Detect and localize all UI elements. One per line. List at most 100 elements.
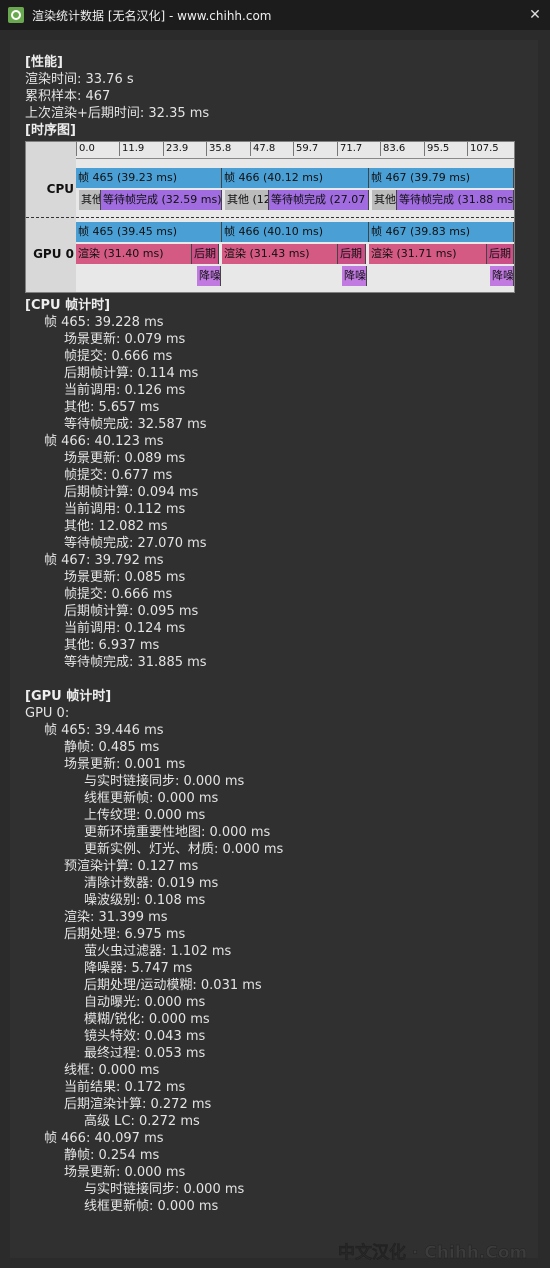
cpu-timing-row: 帧提交: 0.666 ms xyxy=(64,349,173,364)
perf-samples: 累积样本: 467 xyxy=(25,89,111,104)
gpu-timing-row: 帧 466: 40.097 ms xyxy=(44,1131,164,1146)
gpu-timing-row: 萤火虫过滤器: 1.102 ms xyxy=(84,944,232,959)
gpu-timing-row: 更新实例、灯光、材质: 0.000 ms xyxy=(84,842,284,857)
gpu-timing-row: 场景更新: 0.001 ms xyxy=(64,757,186,772)
cpu-other-bar[interactable]: 其他 (12 xyxy=(225,190,269,210)
gpu-timing-row: 清除计数器: 0.019 ms xyxy=(84,876,219,891)
ruler-tick: 35.8 xyxy=(206,142,231,156)
cpu-wait-bar[interactable]: 等待帧完成 (32.59 ms) xyxy=(101,190,222,210)
cpu-timing-row: 等待帧完成: 32.587 ms xyxy=(64,417,207,432)
gpu-timing-row: 噪波级别: 0.108 ms xyxy=(84,893,206,908)
timing-chart[interactable]: CPU GPU 0 0.0 11.9 23.9 35.8 47.8 59.7 7… xyxy=(25,141,515,293)
watermark-logo: 中文汉化 · Chihh.Com xyxy=(338,1242,527,1263)
ruler-tick: 0.0 xyxy=(76,142,95,156)
cpu-timing-row: 帧 466: 40.123 ms xyxy=(44,434,164,449)
ruler-tick: 71.7 xyxy=(337,142,362,156)
gpu-post-bar[interactable]: 后期 xyxy=(338,244,366,264)
gpu-timing-row: 镜头特效: 0.043 ms xyxy=(84,1029,206,1044)
gpu-frame-bar[interactable]: 帧 467 (39.83 ms) xyxy=(369,222,514,242)
cpu-frame-bar[interactable]: 帧 465 (39.23 ms) xyxy=(76,168,222,188)
gpu-post-bar[interactable]: 后期 xyxy=(487,244,514,264)
gpu-timing-row: 场景更新: 0.000 ms xyxy=(64,1165,186,1180)
cpu-timing-row: 后期帧计算: 0.094 ms xyxy=(64,485,199,500)
cpu-wait-bar[interactable]: 等待帧完成 (31.88 ms xyxy=(397,190,514,210)
cpu-timing-row: 当前调用: 0.112 ms xyxy=(64,502,186,517)
gpu-timing-row: 静帧: 0.254 ms xyxy=(64,1148,160,1163)
gpu-denoise-bar[interactable]: 降噪 xyxy=(197,266,221,286)
perf-header: [性能] xyxy=(25,55,63,70)
cpu-timing-row: 其他: 5.657 ms xyxy=(64,400,160,415)
cpu-timing-header: [CPU 帧计时] xyxy=(25,298,111,313)
gpu-timing-row: 线框更新帧: 0.000 ms xyxy=(84,1199,219,1214)
perf-render-time: 渲染时间: 33.76 s xyxy=(25,72,134,87)
gpu-timing-list: GPU 0: 帧 465: 39.446 ms 静帧: 0.485 ms 场景更新: … xyxy=(25,705,525,1215)
gpu-timing-row: 后期处理/运动模糊: 0.031 ms xyxy=(84,978,262,993)
gpu-timing-row: 模糊/锐化: 0.000 ms xyxy=(84,1012,210,1027)
title-bar: 渲染统计数据 [无名汉化] - www.chihh.com ✕ xyxy=(0,0,550,30)
gpu-timing-row: 降噪器: 5.747 ms xyxy=(84,961,193,976)
gpu-timing-row: 后期处理: 6.975 ms xyxy=(64,927,186,942)
gpu-timing-row: 自动曝光: 0.000 ms xyxy=(84,995,206,1010)
ruler-tick: 95.5 xyxy=(424,142,449,156)
cpu-timing-row: 帧 467: 39.792 ms xyxy=(44,553,164,568)
gpu-frame-bar[interactable]: 帧 465 (39.45 ms) xyxy=(76,222,222,242)
gpu-denoise-bar[interactable]: 降噪 xyxy=(490,266,514,286)
cpu-timing-row: 场景更新: 0.089 ms xyxy=(64,451,186,466)
timeline-header: [时序图] xyxy=(25,123,76,138)
gpu-denoise-bar[interactable]: 降噪 xyxy=(342,266,367,286)
gpu-timing-row: 与实时链接同步: 0.000 ms xyxy=(84,1182,245,1197)
gpu-render-bar[interactable]: 渲染 (31.40 ms) xyxy=(76,244,192,264)
cpu-timing-row: 帧提交: 0.666 ms xyxy=(64,587,173,602)
gpu-timing-row: 当前结果: 0.172 ms xyxy=(64,1080,186,1095)
app-icon xyxy=(8,7,24,23)
stats-panel[interactable]: [性能] 渲染时间: 33.76 s 累积样本: 467 上次渲染+后期时间: … xyxy=(10,40,538,1258)
cpu-other-bar[interactable]: 其他 xyxy=(79,190,101,210)
gpu-timing-row: 上传纹理: 0.000 ms xyxy=(84,808,206,823)
cpu-timing-row: 帧提交: 0.677 ms xyxy=(64,468,173,483)
cpu-timing-row: 场景更新: 0.085 ms xyxy=(64,570,186,585)
timeline-ruler: 0.0 11.9 23.9 35.8 47.8 59.7 71.7 83.6 9… xyxy=(76,142,514,159)
perf-last-render: 上次渲染+后期时间: 32.35 ms xyxy=(25,106,210,121)
gpu-timing-row: 静帧: 0.485 ms xyxy=(64,740,160,755)
ruler-tick: 47.8 xyxy=(250,142,275,156)
ruler-tick: 107.5 xyxy=(467,142,499,156)
cpu-frame-bar[interactable]: 帧 466 (40.12 ms) xyxy=(222,168,369,188)
gpu-timing-row: 线框更新帧: 0.000 ms xyxy=(84,791,219,806)
gpu-render-bar[interactable]: 渲染 (31.71 ms) xyxy=(369,244,487,264)
gpu-timing-row: 线框: 0.000 ms xyxy=(64,1063,160,1078)
cpu-timing-row: 等待帧完成: 27.070 ms xyxy=(64,536,207,551)
svg-text:中文汉化 · Chihh.Com: 中文汉化 · Chihh.Com xyxy=(338,1242,527,1263)
gpu-timing-row: GPU 0: xyxy=(25,706,70,721)
gpu-timing-row: 与实时链接同步: 0.000 ms xyxy=(84,774,245,789)
gpu-timing-row: 预渲染计算: 0.127 ms xyxy=(64,859,199,874)
ruler-tick: 59.7 xyxy=(293,142,318,156)
cpu-timing-row: 当前调用: 0.126 ms xyxy=(64,383,186,398)
gpu-timing-header: [GPU 帧计时] xyxy=(25,689,112,704)
gpu-post-bar[interactable]: 后期 xyxy=(192,244,219,264)
cpu-frame-bar[interactable]: 帧 467 (39.79 ms) xyxy=(369,168,514,188)
cpu-timing-row: 场景更新: 0.079 ms xyxy=(64,332,186,347)
gpu-lane-label: GPU 0 xyxy=(33,247,74,261)
gpu-timing-row: 高级 LC: 0.272 ms xyxy=(84,1114,200,1129)
gpu-timing-row: 后期渲染计算: 0.272 ms xyxy=(64,1097,212,1112)
ruler-tick: 83.6 xyxy=(380,142,405,156)
cpu-timing-row: 等待帧完成: 31.885 ms xyxy=(64,655,207,670)
gpu-timing-row: 更新环境重要性地图: 0.000 ms xyxy=(84,825,271,840)
gpu-timing-row: 渲染: 31.399 ms xyxy=(64,910,168,925)
cpu-timing-row: 当前调用: 0.124 ms xyxy=(64,621,186,636)
cpu-timing-row: 后期帧计算: 0.095 ms xyxy=(64,604,199,619)
cpu-timing-row: 其他: 12.082 ms xyxy=(64,519,168,534)
gpu-render-bar[interactable]: 渲染 (31.43 ms) xyxy=(222,244,338,264)
ruler-tick: 23.9 xyxy=(163,142,188,156)
cpu-lane-label: CPU xyxy=(46,182,74,196)
gpu-timing-row: 帧 465: 39.446 ms xyxy=(44,723,164,738)
window-title: 渲染统计数据 [无名汉化] - www.chihh.com xyxy=(32,8,272,23)
ruler-tick: 11.9 xyxy=(119,142,144,156)
cpu-wait-bar[interactable]: 等待帧完成 (27.07 xyxy=(269,190,369,210)
stats-content: [性能] 渲染时间: 33.76 s 累积样本: 467 上次渲染+后期时间: … xyxy=(25,54,525,1215)
cpu-timing-row: 其他: 6.937 ms xyxy=(64,638,160,653)
gpu-frame-bar[interactable]: 帧 466 (40.10 ms) xyxy=(222,222,369,242)
close-button[interactable]: ✕ xyxy=(520,0,550,30)
cpu-other-bar[interactable]: 其他 xyxy=(372,190,397,210)
